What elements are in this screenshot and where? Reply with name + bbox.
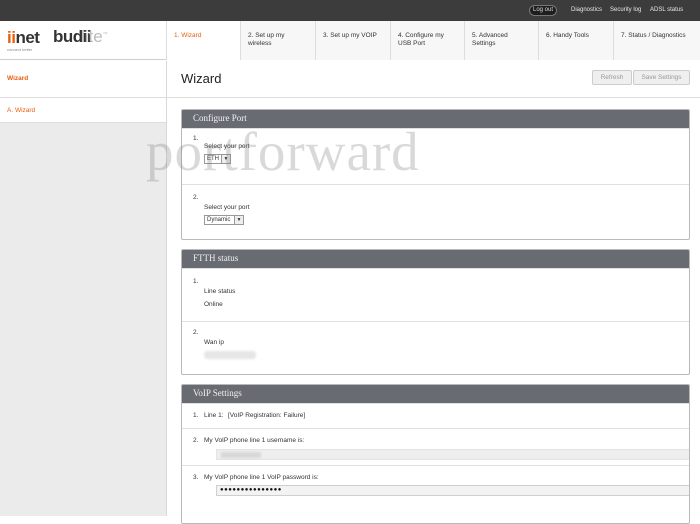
list-item: 1. Line 1: [VoIP Registration: Failure] — [182, 403, 689, 428]
tab-voip[interactable]: 3. Set up my VOIP — [315, 21, 390, 60]
tab-wireless[interactable]: 2. Set up my wireless — [240, 21, 315, 60]
row-number: 1. — [193, 135, 199, 142]
ftth-status-panel: FTTH status 1. Line status Online 2. Wan… — [181, 249, 690, 375]
security-log-link[interactable]: Security log — [610, 5, 641, 16]
list-item: 2. Wan ip — [182, 321, 689, 374]
list-item: 2. Select your port Dynamic ▼ — [182, 184, 689, 239]
diagnostics-link[interactable]: Diagnostics — [571, 5, 602, 16]
wan-ip-value — [204, 351, 256, 359]
list-item: 1. Line status Online — [182, 268, 689, 321]
row-number: 2. — [193, 194, 199, 201]
list-item: 2. My VoIP phone line 1 username is: — [182, 428, 689, 465]
row-number: 1. — [193, 278, 199, 285]
row-label: Select your port — [204, 143, 250, 150]
logout-button[interactable]: Log out — [529, 5, 557, 16]
configure-port-panel: Configure Port 1. Select your port ETH ▼ … — [181, 109, 690, 240]
voip-line-label: Line 1: — [204, 412, 224, 419]
list-item: 1. Select your port ETH ▼ — [182, 128, 689, 184]
row-number: 1. — [193, 412, 199, 419]
voip-registration-status: [VoIP Registration: Failure] — [228, 412, 306, 419]
redacted-value — [221, 452, 261, 458]
row-label: Line status — [204, 288, 236, 295]
refresh-button[interactable]: Refresh — [592, 70, 632, 85]
port-mode-select[interactable]: Dynamic ▼ — [204, 215, 244, 225]
panel-title: VoIP Settings — [182, 385, 689, 403]
chevron-down-icon: ▼ — [221, 155, 230, 163]
tab-wizard[interactable]: 1. Wizard — [166, 21, 240, 60]
sidebar: Wizard A. Wizard — [0, 61, 167, 516]
sidebar-item-wizard[interactable]: A. Wizard — [0, 98, 166, 123]
tab-usb-port[interactable]: 4. Configure my USB Port — [390, 21, 464, 60]
list-item: 3. My VoIP phone line 1 VoIP password is… — [182, 465, 689, 505]
voip-settings-panel: VoIP Settings 1. Line 1: [VoIP Registrat… — [181, 384, 690, 524]
panel-title: FTTH status — [182, 250, 689, 268]
main-content: Wizard Refresh Save Settings Configure P… — [167, 61, 700, 524]
voip-username-field[interactable] — [216, 449, 689, 460]
tab-advanced-settings[interactable]: 5. Advanced Settings — [464, 21, 538, 60]
row-label: Wan ip — [204, 339, 224, 346]
main-tabs: 1. Wizard 2. Set up my wireless 3. Set u… — [166, 21, 700, 60]
adsl-status-link[interactable]: ADSL status — [650, 5, 683, 16]
row-label: My VoIP phone line 1 username is: — [204, 437, 305, 444]
title-divider — [167, 97, 700, 98]
logo-tagline: connect better — [7, 47, 33, 52]
tab-status-diagnostics[interactable]: 7. Status / Diagnostics — [613, 21, 700, 60]
row-number: 2. — [193, 329, 199, 336]
row-number: 2. — [193, 437, 199, 444]
voip-password-field[interactable]: ●●●●●●●●●●●●●●● — [216, 485, 689, 496]
chevron-down-icon: ▼ — [234, 216, 243, 224]
tab-handy-tools[interactable]: 6. Handy Tools — [538, 21, 613, 60]
port-select[interactable]: ETH ▼ — [204, 154, 231, 164]
line-status-value: Online — [204, 301, 223, 308]
iinet-logo: iinet — [7, 28, 40, 47]
header: iinet connect better budii lite™ 1. Wiza… — [0, 21, 700, 60]
logo: iinet connect better budii lite™ — [0, 21, 166, 60]
page-title: Wizard — [181, 71, 222, 86]
top-bar: Log out Diagnostics Security log ADSL st… — [0, 0, 700, 21]
row-number: 3. — [193, 474, 199, 481]
sidebar-heading: Wizard — [0, 61, 166, 98]
lite-logo: lite™ — [81, 27, 108, 46]
row-label: Select your port — [204, 204, 250, 211]
panel-title: Configure Port — [182, 110, 689, 128]
save-settings-button[interactable]: Save Settings — [633, 70, 690, 85]
row-label: My VoIP phone line 1 VoIP password is: — [204, 474, 319, 481]
